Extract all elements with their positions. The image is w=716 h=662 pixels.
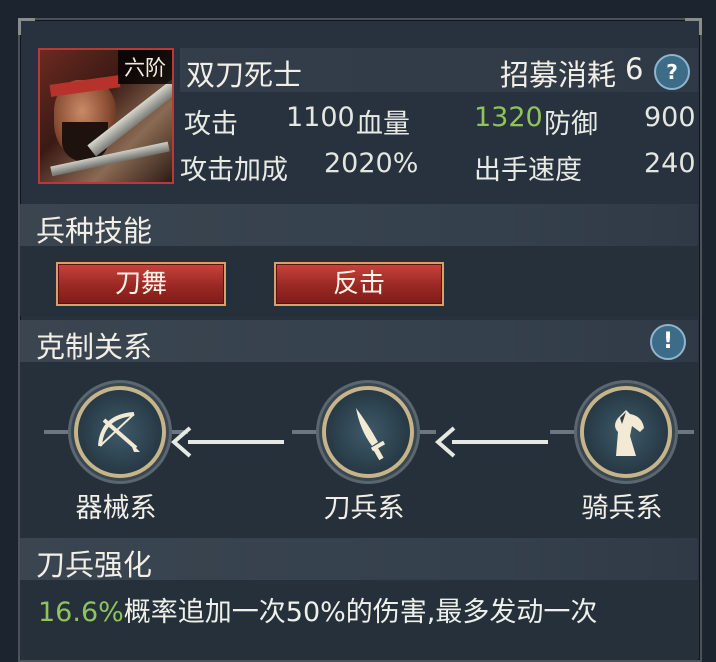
hp-value: 1320	[474, 102, 543, 133]
counter-node-cavalry[interactable]: 骑兵系	[550, 382, 694, 532]
enhance-text: 概率追加一次50%的伤害,最多发动一次	[123, 597, 598, 628]
skill-button-dao-wu[interactable]: 刀舞	[56, 262, 226, 306]
ring-side-decoration	[292, 430, 320, 434]
counter-node-label: 刀兵系	[323, 493, 405, 524]
horse-icon	[580, 386, 672, 478]
counter-node-label: 骑兵系	[581, 493, 663, 524]
speed-value: 240	[644, 148, 696, 179]
enhance-section-header: 刀兵强化	[20, 538, 698, 582]
skills-section-title: 兵种技能	[36, 214, 153, 248]
counter-node-label: 器械系	[75, 493, 157, 524]
recruit-cost-value: 6	[625, 52, 644, 86]
skill-button-fan-ji[interactable]: 反击	[274, 262, 444, 306]
exclamation-icon[interactable]: !	[650, 324, 686, 360]
enhance-section-title: 刀兵强化	[36, 548, 153, 582]
counter-section-title: 克制关系	[36, 330, 153, 364]
unit-info-panel: 六阶 双刀死士 招募消耗 6 ? 攻击 1100 血量 1320 防御 900 …	[18, 18, 702, 662]
counter-node-machinery[interactable]: 器械系	[44, 382, 188, 532]
arrow-left-icon	[170, 426, 284, 458]
saber-icon	[322, 386, 414, 478]
unit-name: 双刀死士	[186, 58, 303, 92]
enhance-description: 16.6%概率追加一次50%的伤害,最多发动一次	[38, 590, 597, 629]
defense-value: 900	[644, 102, 696, 133]
attack-bonus-label: 攻击加成	[180, 155, 288, 186]
enhance-percent: 16.6%	[38, 597, 124, 628]
question-icon[interactable]: ?	[654, 54, 690, 90]
panel-corner-decoration	[18, 18, 35, 35]
skills-section-header: 兵种技能	[20, 204, 698, 248]
hp-label: 血量	[356, 109, 410, 140]
attack-label: 攻击	[184, 109, 238, 140]
attack-bonus-value: 2020%	[324, 148, 419, 179]
defense-label: 防御	[544, 109, 598, 140]
panel-corner-decoration	[685, 18, 702, 35]
unit-portrait: 六阶	[38, 48, 174, 184]
crossbow-icon	[74, 386, 166, 478]
ring-side-decoration	[550, 430, 578, 434]
ring-side-decoration	[44, 430, 72, 434]
speed-label: 出手速度	[474, 155, 582, 186]
counter-node-blade[interactable]: 刀兵系	[292, 382, 436, 532]
unit-rank-badge: 六阶	[118, 50, 172, 84]
attack-value: 1100	[286, 102, 355, 133]
counter-section-header: 克制关系 !	[20, 320, 698, 364]
arrow-left-icon	[434, 426, 548, 458]
recruit-cost-label: 招募消耗	[500, 58, 617, 92]
enhance-section-body: 16.6%概率追加一次50%的伤害,最多发动一次	[20, 580, 698, 660]
unit-name-row: 双刀死士 招募消耗 6 ?	[180, 48, 698, 92]
